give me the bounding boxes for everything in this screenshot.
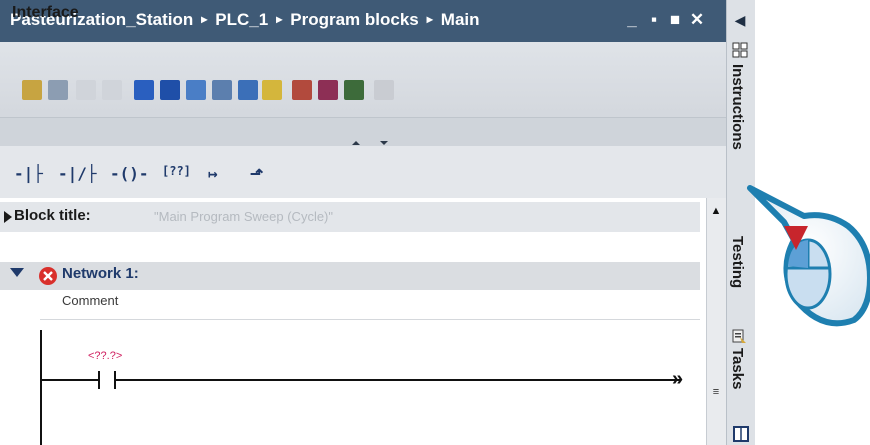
go-to-error-icon[interactable]	[292, 80, 312, 100]
tab-tasks[interactable]: Tasks	[729, 348, 746, 389]
block-title-row[interactable]	[0, 202, 700, 232]
collapse-arrow-icon[interactable]	[10, 268, 24, 278]
instruction-favorites-bar: -|├ -|/├ -()- [??] ↦ ⬏	[0, 146, 726, 199]
scroll-grip-icon[interactable]: ≡	[709, 387, 723, 398]
tag-information-icon[interactable]	[262, 80, 282, 100]
close-all-networks-icon[interactable]	[160, 80, 180, 100]
favorites-icon[interactable]	[212, 80, 232, 100]
open-branch-icon[interactable]: ↦	[208, 164, 218, 183]
delete-network-icon[interactable]	[48, 80, 68, 100]
breadcrumb-block[interactable]: Main	[441, 10, 480, 29]
insert-network-icon[interactable]	[22, 80, 42, 100]
absolute-operands-icon[interactable]	[238, 80, 258, 100]
collapse-panel-icon[interactable]: ◀	[730, 10, 750, 30]
coil-icon[interactable]: -()-	[110, 164, 149, 183]
breadcrumb-separator-icon: ▸	[426, 12, 433, 26]
program-editor[interactable]	[0, 198, 706, 445]
breadcrumb-folder[interactable]: Program blocks	[290, 10, 419, 29]
instructions-tab-icon	[732, 42, 748, 58]
block-title-value[interactable]: "Main Program Sweep (Cycle)"	[154, 209, 333, 224]
contact-operand-placeholder[interactable]: <??.?>	[88, 350, 122, 362]
close-branch-icon[interactable]: ⬏	[250, 164, 263, 183]
minimize-button[interactable]: _	[624, 11, 640, 28]
expand-arrow-icon[interactable]	[4, 211, 12, 223]
scroll-up-button[interactable]: ▲	[708, 203, 724, 219]
empty-box-icon[interactable]: [??]	[162, 164, 191, 178]
block-title-label: Block title:	[14, 207, 91, 224]
libraries-tab-icon[interactable]	[733, 426, 749, 442]
network-comment[interactable]: Comment	[62, 293, 118, 308]
divider	[40, 319, 700, 320]
update-calls-icon[interactable]	[344, 80, 364, 100]
mouse-click-callout	[747, 185, 870, 327]
monitoring-icon[interactable]	[374, 80, 394, 100]
breadcrumb-separator-icon: ▸	[201, 12, 208, 26]
open-all-networks-icon[interactable]	[134, 80, 154, 100]
power-rail	[40, 330, 42, 445]
insert-row-icon[interactable]	[76, 80, 96, 100]
rung-wire	[40, 379, 680, 381]
contact-gap	[100, 377, 114, 383]
rung-end-arrow-icon: »	[672, 368, 684, 390]
maximize-button[interactable]: ■	[667, 11, 683, 28]
editor-toolbar	[0, 42, 726, 120]
interface-label[interactable]: Interface	[12, 4, 79, 22]
go-to-next-error-icon[interactable]	[318, 80, 338, 100]
network-comments-icon[interactable]	[186, 80, 206, 100]
error-icon	[39, 267, 57, 285]
restore-button[interactable]: ▪	[646, 11, 662, 28]
close-button[interactable]: ✕	[689, 11, 705, 28]
breadcrumb-device[interactable]: PLC_1	[215, 10, 268, 29]
tab-instructions[interactable]: Instructions	[729, 64, 746, 150]
contact-left-bar[interactable]	[98, 371, 100, 389]
network-title[interactable]: Network 1:	[62, 265, 139, 282]
breadcrumb: Pasteurization_Station ▸ PLC_1 ▸ Program blo…	[10, 10, 480, 30]
normally-open-contact-icon[interactable]: -|├	[14, 164, 43, 183]
append-row-icon[interactable]	[102, 80, 122, 100]
contact-right-bar[interactable]	[114, 371, 116, 389]
normally-closed-contact-icon[interactable]: -|/├	[58, 164, 97, 183]
breadcrumb-separator-icon: ▸	[276, 12, 283, 26]
vertical-scrollbar[interactable]	[706, 198, 727, 445]
